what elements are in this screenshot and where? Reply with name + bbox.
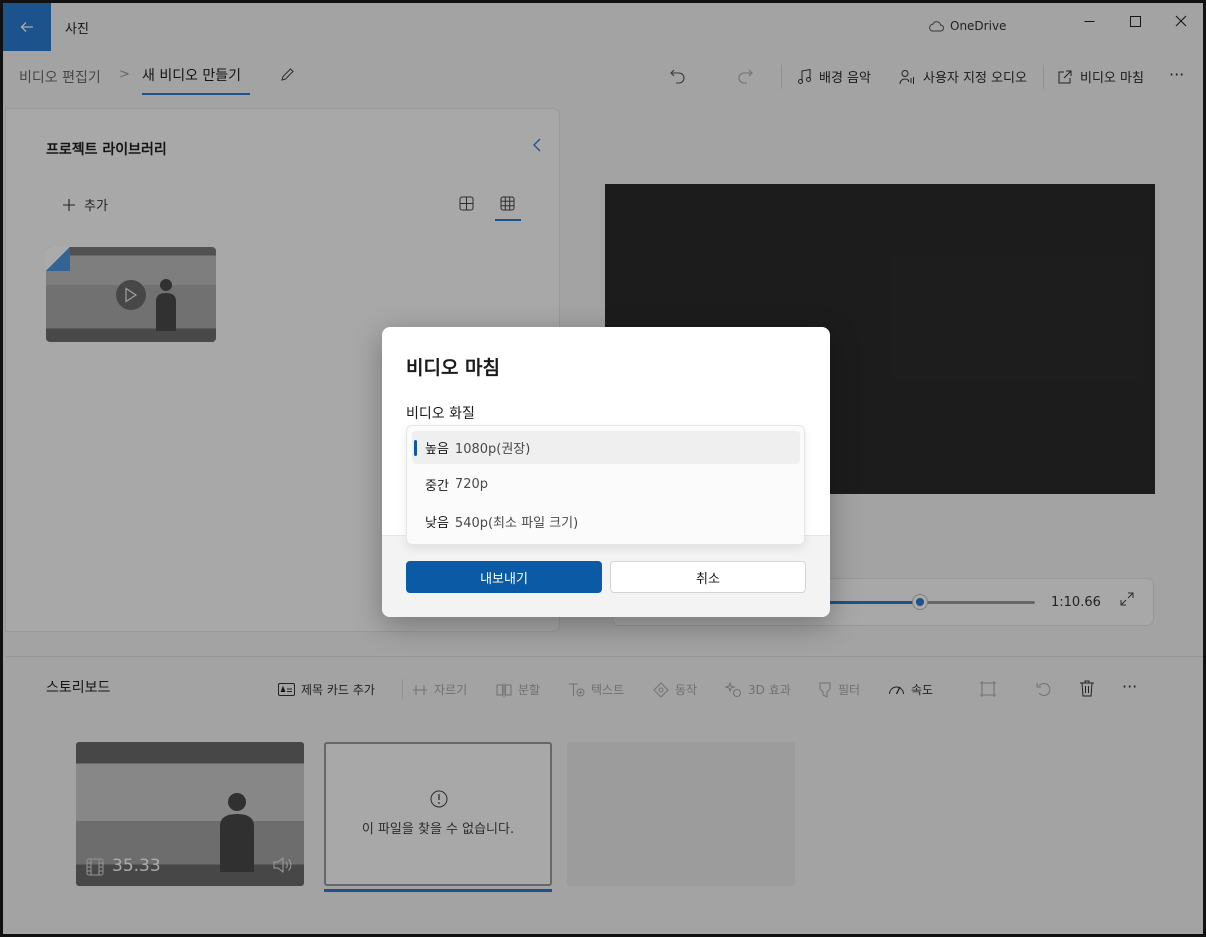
quality-option-high[interactable]: 높음 1080p(권장): [412, 431, 800, 464]
option-desc: 720p: [454, 477, 488, 492]
quality-option-low[interactable]: 낮음 540p(최소 파일 크기): [412, 505, 800, 538]
option-name: 높음: [425, 442, 449, 457]
option-name: 중간: [425, 479, 449, 494]
cancel-button[interactable]: 취소: [610, 561, 806, 593]
option-desc: 540p(최소 파일 크기): [454, 516, 579, 531]
dialog-title: 비디오 마침: [406, 357, 501, 379]
photos-app-window: 사진 OneDrive 비디오 편집기 > 새 비디오 만들기 배경 음악 사용…: [0, 0, 1206, 937]
export-button[interactable]: 내보내기: [406, 561, 602, 593]
video-quality-label: 비디오 화질: [406, 406, 475, 422]
option-name: 낮음: [425, 516, 449, 531]
video-quality-dropdown: 높음 1080p(권장) 중간 720p 낮음 540p(최소 파일 크기): [406, 425, 805, 545]
finish-video-dialog: 비디오 마침 비디오 화질 높음 1080p(권장) 중간 720p 낮음 54…: [382, 327, 830, 617]
quality-option-medium[interactable]: 중간 720p: [412, 468, 800, 501]
selection-indicator: [414, 440, 417, 456]
option-desc: 1080p(권장): [454, 442, 531, 457]
